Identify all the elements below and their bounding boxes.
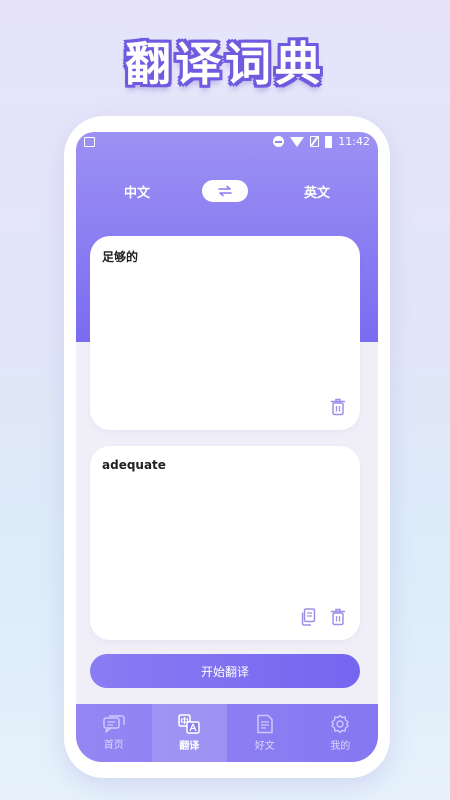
document-icon [257, 714, 273, 734]
tab-home[interactable]: 首页 [76, 704, 152, 762]
status-icons: 11:42 [273, 135, 370, 148]
tab-translate[interactable]: 翻译 [151, 704, 227, 762]
tab-label: 翻译 [179, 741, 200, 752]
gear-icon [331, 714, 349, 734]
phone-frame: 11:42 中文 英文 足够的 adequate 开始翻译 首页 翻译 好文 我… [64, 116, 390, 778]
language-selector: 中文 英文 [76, 178, 378, 204]
status-bar: 11:42 [76, 132, 378, 154]
copy-icon [301, 608, 316, 626]
do-not-disturb-icon [273, 136, 285, 147]
status-time: 11:42 [338, 135, 370, 148]
source-language[interactable]: 中文 [124, 182, 150, 201]
wifi-icon [290, 136, 305, 147]
translate-icon [178, 714, 200, 734]
battery-icon [325, 135, 333, 148]
tab-label: 首页 [103, 740, 124, 751]
target-language[interactable]: 英文 [304, 182, 330, 201]
banner-title: 翻译词典 [125, 37, 325, 91]
clear-input-button[interactable] [330, 398, 346, 416]
bottom-tab-bar: 首页 翻译 好文 我的 [76, 704, 378, 762]
copy-output-button[interactable] [300, 608, 316, 626]
trash-icon [330, 608, 346, 626]
swap-language-button[interactable] [202, 180, 248, 202]
app-screen: 11:42 中文 英文 足够的 adequate 开始翻译 首页 翻译 好文 我… [76, 132, 378, 762]
start-translate-button[interactable]: 开始翻译 [90, 654, 360, 688]
no-sim-icon [310, 136, 320, 147]
tab-articles[interactable]: 好文 [227, 704, 303, 762]
input-text[interactable]: 足够的 [102, 248, 138, 265]
output-text: adequate [102, 458, 166, 472]
swap-arrows-icon [218, 185, 232, 197]
tab-label: 我的 [330, 741, 351, 752]
clear-output-button[interactable] [330, 608, 346, 626]
image-notification-icon [84, 137, 95, 147]
output-text-area: adequate [90, 446, 360, 640]
chat-bubbles-icon [103, 715, 125, 733]
tab-profile[interactable]: 我的 [303, 704, 379, 762]
trash-icon [330, 398, 346, 416]
tab-label: 好文 [254, 741, 275, 752]
input-text-area[interactable]: 足够的 [90, 236, 360, 430]
